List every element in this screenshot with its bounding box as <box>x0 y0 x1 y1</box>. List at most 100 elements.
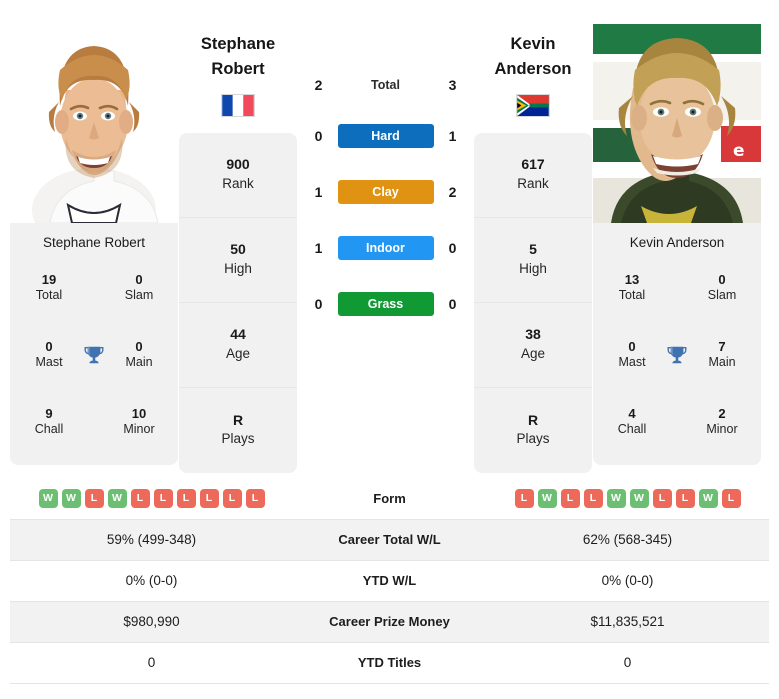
right-career-prize-money: $11,835,521 <box>590 614 665 629</box>
h2h-hard-left: 0 <box>314 128 323 144</box>
left-form-cell: WWLWLLLLLL <box>10 478 293 519</box>
left-stat-high: 50 High <box>179 218 297 303</box>
form-badge: W <box>38 488 58 508</box>
h2h-grass-right: 0 <box>448 296 457 312</box>
surface-badge-indoor[interactable]: Indoor <box>337 236 434 260</box>
left-player-card[interactable]: Stephane Robert 19 Total 0 Slam 0 Mast 0… <box>10 10 178 465</box>
left-stat-plays: R Plays <box>179 388 297 473</box>
left-career-prize-money: $980,990 <box>123 614 180 629</box>
right-ytd-titles: 0 <box>623 655 632 670</box>
trophy-icon <box>79 344 109 366</box>
left-titles-row-1: 19 Total 0 Slam <box>10 272 178 304</box>
right-form-cell: LWLLWWLLWL <box>486 478 769 519</box>
left-challenger-titles: 9 Chall <box>20 406 78 438</box>
left-masters-titles-label: Mast <box>35 354 63 369</box>
form-badge: L <box>721 488 741 508</box>
left-stat-rank-label: Rank <box>222 175 254 191</box>
left-player-name[interactable]: Stephane Robert <box>201 32 275 82</box>
h2h-total-label: Total <box>371 78 400 92</box>
form-badge: L <box>84 488 104 508</box>
h2h-total-left: 2 <box>314 77 323 93</box>
left-titles-row-2: 0 Mast 0 Main <box>10 339 178 371</box>
comparison-header: Stephane Robert 19 Total 0 Slam 0 Mast 0… <box>0 0 779 478</box>
left-player-name-first: Stephane <box>200 35 276 53</box>
left-player-titles-stats: 19 Total 0 Slam 0 Mast 0 Main 9 Chall 10… <box>10 250 178 465</box>
table-row-ytd-titles: 0 YTD Titles 0 <box>10 642 769 683</box>
right-player-photo-caption: Kevin Anderson <box>629 235 725 250</box>
form-badge: L <box>675 488 695 508</box>
left-ytd-wl: 0% (0-0) <box>125 573 178 588</box>
right-stat-age: 38 Age <box>474 303 592 388</box>
h2h-row-hard: 0 Hard 1 <box>298 108 473 164</box>
h2h-clay-right: 2 <box>448 184 457 200</box>
left-minor-titles-value: 10 <box>131 405 147 421</box>
h2h-total-mid: Total <box>336 78 436 92</box>
left-total-titles: 19 Total <box>20 272 78 304</box>
right-slam-titles: 0 Slam <box>693 272 751 304</box>
right-stat-high-value: 5 <box>529 241 537 258</box>
head-to-head-column: 2 Total 3 0 Hard 1 1 Clay 2 1 Indoor 0 0… <box>298 10 473 478</box>
right-minor-titles-label: Minor <box>706 421 738 436</box>
form-badge: W <box>537 488 557 508</box>
left-player-photo-caption: Stephane Robert <box>42 235 146 250</box>
right-total-titles-label: Total <box>618 287 646 302</box>
right-player-card[interactable]: e Kevin Anderson 13 Total 0 Slam 0 Mast … <box>593 10 761 465</box>
right-challenger-titles: 4 Chall <box>603 406 661 438</box>
form-badge: W <box>107 488 127 508</box>
row-label-form: Form <box>373 490 406 506</box>
h2h-clay-mid: Clay <box>336 180 436 204</box>
left-stat-plays-value: R <box>232 411 244 428</box>
right-titles-row-2: 0 Mast 7 Main <box>593 339 761 371</box>
left-stat-age-value: 44 <box>230 326 246 343</box>
left-player-photo-column: Stephane Robert 19 Total 0 Slam 0 Mast 0… <box>10 10 178 478</box>
left-total-titles-label: Total <box>35 287 63 302</box>
surface-badge-hard[interactable]: Hard <box>337 124 434 148</box>
table-row-ytd-wl: 0% (0-0) YTD W/L 0% (0-0) <box>10 560 769 601</box>
form-badge: L <box>245 488 265 508</box>
right-player-stat-box: 617 Rank 5 High 38 Age R Plays <box>474 132 592 473</box>
form-badge: L <box>199 488 219 508</box>
left-challenger-titles-value: 9 <box>45 405 53 421</box>
form-badge: L <box>130 488 150 508</box>
h2h-clay-left: 1 <box>314 184 323 200</box>
right-total-titles: 13 Total <box>603 272 661 304</box>
left-stat-age-label: Age <box>225 345 251 361</box>
surface-badge-grass[interactable]: Grass <box>337 292 434 316</box>
h2h-hard-right: 1 <box>448 128 457 144</box>
right-player-name-last: Anderson <box>494 59 572 78</box>
left-main-titles-label: Main <box>125 354 153 369</box>
right-player-name-first: Kevin <box>510 35 556 53</box>
h2h-row-total: 2 Total 3 <box>298 62 473 108</box>
right-ytd-wl: 0% (0-0) <box>601 573 654 588</box>
left-slam-titles: 0 Slam <box>110 272 168 304</box>
right-minor-titles-value: 2 <box>718 405 726 421</box>
left-player-stat-box: 900 Rank 50 High 44 Age R Plays <box>179 132 297 473</box>
left-player-name-last: Robert <box>211 59 265 78</box>
left-main-titles-value: 0 <box>135 338 143 354</box>
row-label-ytd-wl: YTD W/L <box>362 573 417 588</box>
right-stat-rank-label: Rank <box>517 175 549 191</box>
form-badge: L <box>560 488 580 508</box>
left-player-photo <box>10 10 178 223</box>
form-badge: W <box>629 488 649 508</box>
surface-badge-clay[interactable]: Clay <box>337 180 434 204</box>
right-slam-titles-value: 0 <box>718 271 726 287</box>
form-badge: L <box>652 488 672 508</box>
right-main-titles: 7 Main <box>693 339 751 371</box>
right-total-titles-value: 13 <box>624 271 640 287</box>
form-badge: L <box>153 488 173 508</box>
table-row-career-total-wl: 59% (499-348) Career Total W/L 62% (568-… <box>10 519 769 560</box>
form-badge: L <box>222 488 242 508</box>
flag-south-africa-icon <box>516 93 550 117</box>
right-main-titles-label: Main <box>708 354 736 369</box>
table-row-form: WWLWLLLLLL Form LWLLWWLLWL <box>10 478 769 519</box>
right-player-photo-column: e Kevin Anderson 13 Total 0 Slam 0 Mast … <box>593 10 761 478</box>
form-badge: W <box>698 488 718 508</box>
form-badge: L <box>583 488 603 508</box>
h2h-row-clay: 1 Clay 2 <box>298 164 473 220</box>
left-stat-rank: 900 Rank <box>179 133 297 218</box>
comparison-stats-table: WWLWLLLLLL Form LWLLWWLLWL 59% (499-348)… <box>10 478 769 684</box>
right-player-titles-stats: 13 Total 0 Slam 0 Mast 7 Main 4 Chall 2 … <box>593 250 761 465</box>
right-player-name[interactable]: Kevin Anderson <box>494 32 571 82</box>
h2h-grass-mid: Grass <box>336 292 436 316</box>
